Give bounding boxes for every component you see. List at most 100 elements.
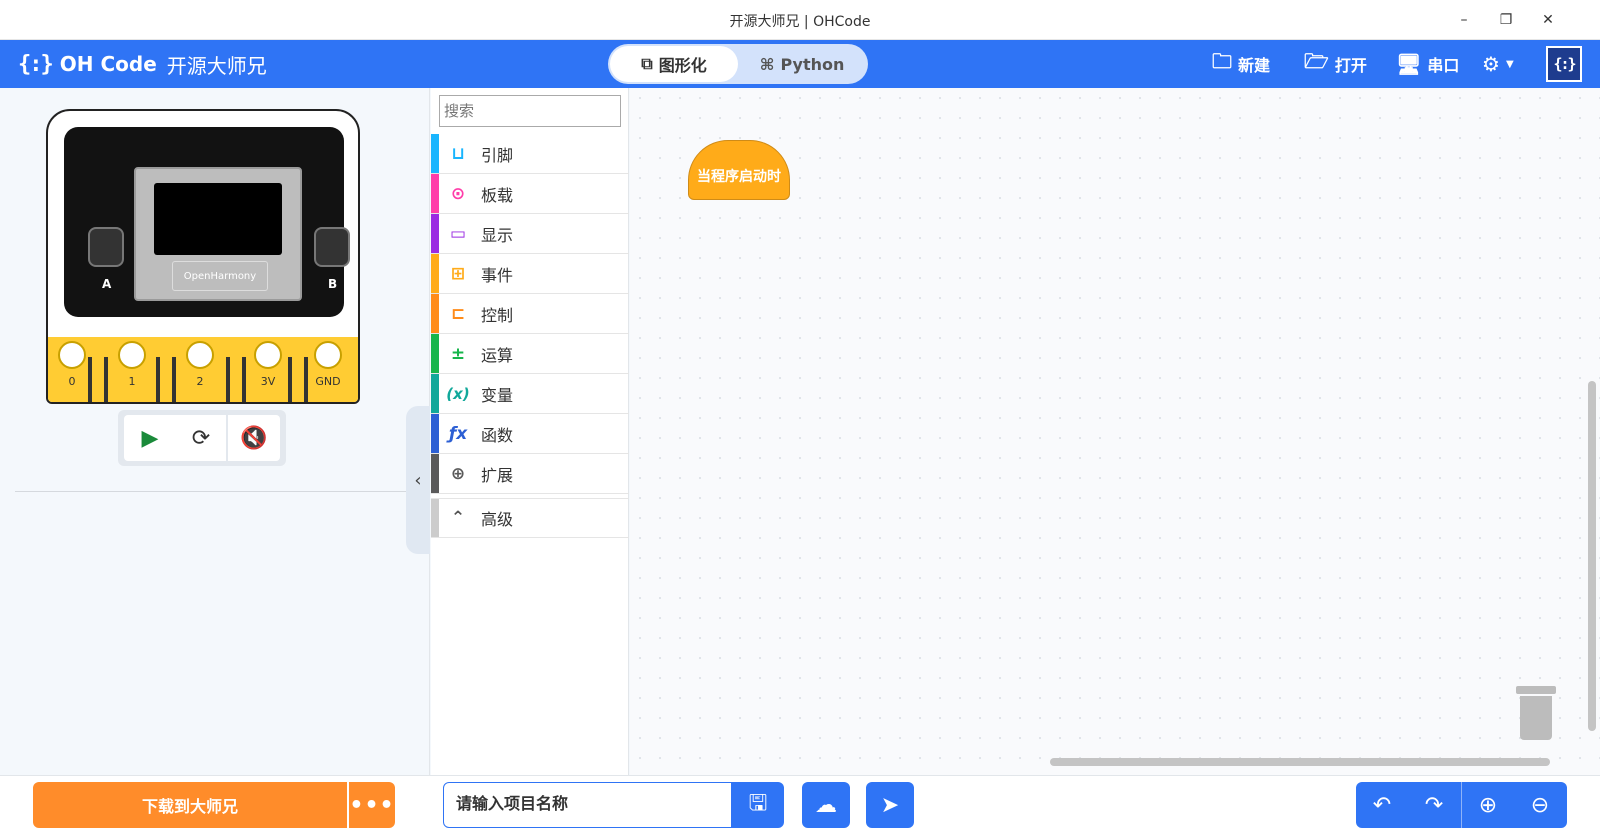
collapse-panel-button[interactable]: ‹ [406,406,430,554]
category-color-bar [431,499,439,537]
logo-face-icon: {:} [18,51,54,77]
pin-icon: ⊔ [451,143,465,164]
category-color-bar [431,134,439,173]
button-a-label: A [102,277,112,291]
device-lcd [154,183,282,255]
pin-label-gnd: GND [315,375,341,388]
horizontal-scrollbar[interactable] [1050,758,1550,766]
refresh-icon: ⟳ [191,425,211,451]
simulator-panel: OpenHarmony A B 0 1 2 3V GND ▶ ⟳ 🔇 ‹ [0,88,430,775]
category-functions[interactable]: ƒx 函数 [431,414,629,454]
display-icon: ▭ [449,223,467,244]
category-color-bar [431,254,439,293]
pin-0[interactable] [58,341,86,369]
mode-switch: ⧉ 图形化 ⌘ Python [608,44,868,84]
send-button[interactable]: ➤ [866,782,914,828]
screen-brand-label: OpenHarmony [172,261,268,291]
more-options-button[interactable]: ••• [349,782,395,828]
category-control[interactable]: ⊏ 控制 [431,294,629,334]
upload-button[interactable]: ☁ [802,782,850,828]
category-color-bar [431,374,439,413]
category-color-bar [431,414,439,453]
pin-strip: 0 1 2 3V GND [48,337,358,402]
run-button[interactable]: ▶ [124,415,176,461]
pin-stripe [304,357,308,402]
category-extensions[interactable]: ⊕ 扩展 [431,454,629,494]
event-icon: ⊞ [450,263,466,284]
device-screen: OpenHarmony [134,167,302,301]
trash-icon[interactable] [1516,686,1556,740]
block-workspace[interactable]: 当程序启动时 [630,88,1600,775]
category-operators[interactable]: ± 运算 [431,334,629,374]
logo-name: OH Code [59,52,157,76]
redo-button[interactable]: ↷ [1408,782,1460,828]
pin-label-3v: 3V [260,375,276,388]
mode-python-tab[interactable]: ⌘ Python [738,46,866,82]
download-button[interactable]: 下载到大师兄 [33,782,347,828]
undo-button[interactable]: ↶ [1356,782,1408,828]
category-variables[interactable]: (x) 变量 [431,374,629,414]
category-board[interactable]: ⊙ 板载 [431,174,629,214]
save-icon: 🖫 [748,791,768,816]
restart-button[interactable]: ⟳ [176,415,226,461]
zoom-out-button[interactable]: ⊖ [1514,782,1566,828]
category-label: 函数 [481,425,514,445]
pin-stripe [104,357,108,402]
board-face: OpenHarmony A B [64,127,350,317]
button-b[interactable] [314,227,350,267]
device-board: OpenHarmony A B 0 1 2 3V GND [46,109,360,404]
button-a[interactable] [88,227,124,267]
close-button[interactable]: ✕ [1536,8,1560,32]
project-name-input[interactable] [443,782,732,828]
mode-blocks-label: 图形化 [658,56,707,75]
avatar[interactable]: {:} [1546,46,1582,82]
category-advanced[interactable]: ⌃ 高级 [431,498,629,538]
category-label: 板载 [481,185,514,205]
python-icon: ⌘ [759,54,775,74]
block-category-panel: ⊔ 引脚 ⊙ 板载 ▭ 显示 ⊞ 事件 ⊏ 控制 ± 运算 (x) 变量 ƒx … [431,88,629,775]
category-label: 显示 [481,225,514,245]
category-events[interactable]: ⊞ 事件 [431,254,629,294]
serial-port-button[interactable]: 🖥 串口 [1396,50,1459,78]
new-project-label: 新建 [1238,56,1271,75]
category-color-bar [431,174,439,213]
pin-stripe [288,357,292,402]
settings-button[interactable]: ⚙ ▼ [1482,50,1514,78]
control-icon: ⊏ [450,303,466,324]
mute-button[interactable]: 🔇 [228,415,280,461]
category-pins[interactable]: ⊔ 引脚 [431,134,629,174]
app-logo: {:} OH Code 开源大师兄 [18,46,267,82]
zoom-in-button[interactable]: ⊕ [1462,782,1514,828]
chevron-left-icon: ‹ [414,469,422,491]
category-label: 事件 [481,265,514,285]
vertical-scrollbar[interactable] [1588,381,1596,731]
pin-gnd[interactable] [314,341,342,369]
bottom-toolbar: 下载到大师兄 ••• 🖫 ☁ ➤ ↶ ↷ ⊕ ⊖ [0,775,1600,833]
category-display[interactable]: ▭ 显示 [431,214,629,254]
open-folder-icon: 🗁 [1304,49,1329,73]
on-start-block[interactable]: 当程序启动时 [688,140,790,200]
pin-stripe [226,357,230,402]
restore-button[interactable]: ❐ [1494,8,1518,32]
mode-blocks-tab[interactable]: ⧉ 图形化 [610,46,738,82]
pin-2[interactable] [186,341,214,369]
category-label: 引脚 [481,145,514,165]
button-b-label: B [328,277,338,291]
mode-python-label: Python [780,54,845,74]
pin-label-1: 1 [128,375,136,388]
pin-1[interactable] [118,341,146,369]
new-project-button[interactable]: 🗀 新建 [1212,49,1271,78]
pin-3v[interactable] [254,341,282,369]
open-project-button[interactable]: 🗁 打开 [1304,49,1367,78]
history-zoom-group: ↶ ↷ ⊕ ⊖ [1356,782,1567,828]
category-color-bar [431,334,439,373]
save-button[interactable]: 🖫 [732,782,784,828]
logo-cn-name: 开源大师兄 [166,53,267,78]
simulator-controls: ▶ ⟳ 🔇 [118,410,286,466]
category-color-bar [431,214,439,253]
search-input[interactable] [439,95,621,127]
minimize-button[interactable]: – [1452,8,1476,32]
redo-icon: ↷ [1424,792,1444,818]
puzzle-icon: ⧉ [641,54,653,73]
category-label: 运算 [481,345,514,365]
